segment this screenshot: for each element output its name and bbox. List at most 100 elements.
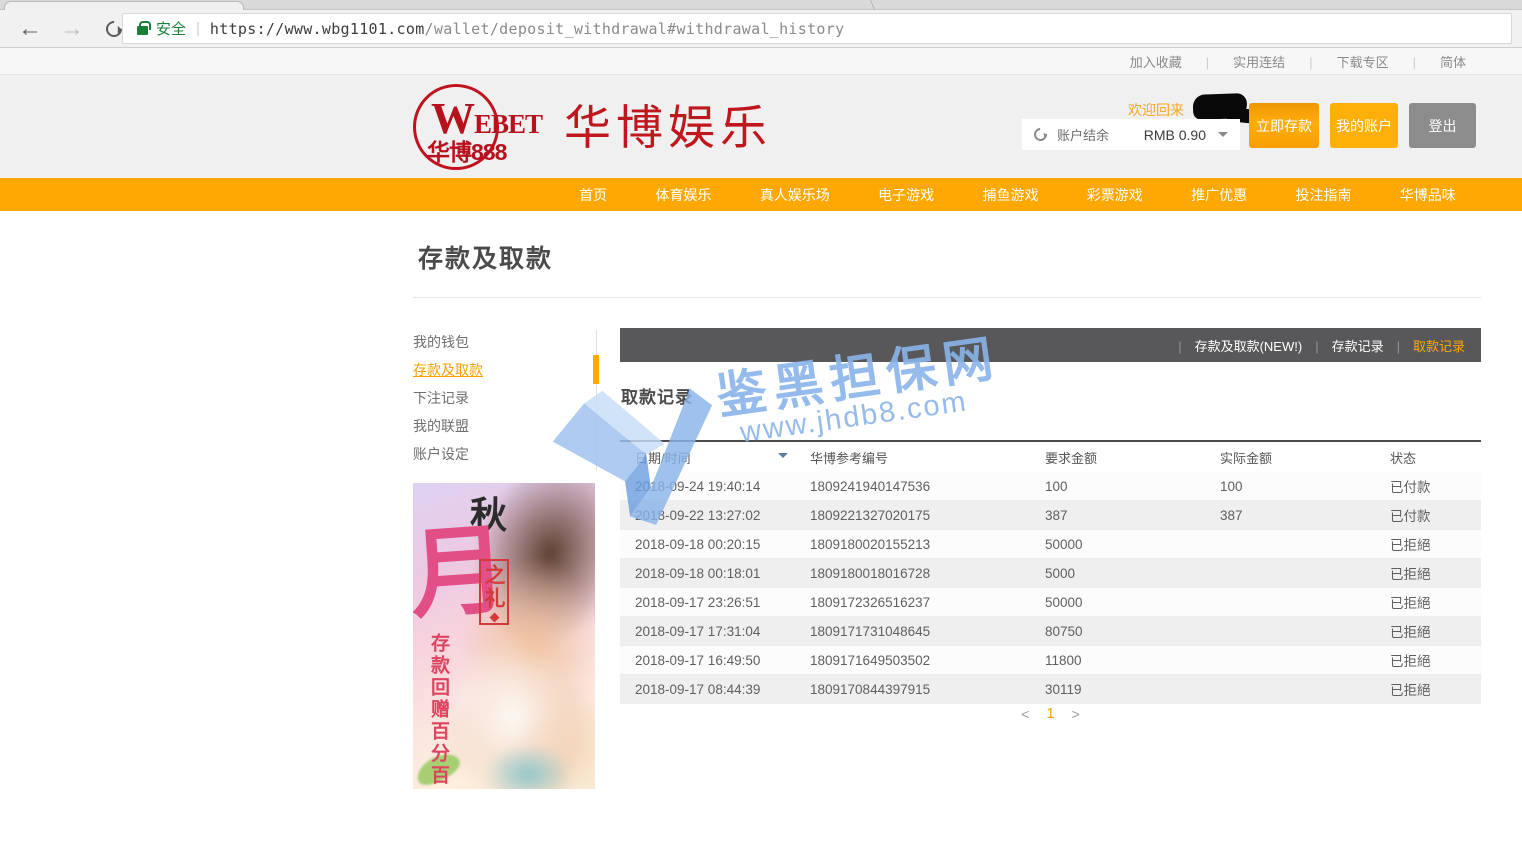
- sort-desc-icon[interactable]: [778, 453, 788, 463]
- banner-illustration-ribbon: [483, 744, 573, 789]
- cell-datetime: 2018-09-17 23:26:51: [620, 595, 795, 610]
- nav-item[interactable]: 体育娱乐: [655, 185, 711, 205]
- sidebar-item[interactable]: 存款及取款: [413, 360, 583, 388]
- cell-reference-number: 1809172326516237: [795, 595, 1030, 610]
- cell-reference-number: 1809241940147536: [795, 479, 1030, 494]
- back-button[interactable]: ←: [18, 17, 42, 41]
- nav-item[interactable]: 电子游戏: [878, 185, 934, 205]
- utility-link[interactable]: 下载专区: [1337, 52, 1440, 71]
- utility-link[interactable]: 简体: [1440, 52, 1466, 71]
- cell-reference-number: 1809170844397915: [795, 682, 1030, 697]
- wallet-tab[interactable]: 存款及取款(NEW!): [1165, 336, 1302, 355]
- refresh-balance-icon[interactable]: [1031, 125, 1049, 143]
- wallet-tab[interactable]: 存款记录: [1302, 336, 1383, 355]
- url-separator: |: [196, 20, 200, 37]
- site-logo[interactable]: WEBET 华博888 华博娱乐: [413, 81, 772, 158]
- address-bar[interactable]: 安全 | https://www.wbg1101.com/wallet/depo…: [122, 13, 1512, 44]
- cell-status: 已拒絕: [1375, 563, 1481, 583]
- cell-datetime: 2018-09-17 08:44:39: [620, 682, 795, 697]
- sidebar-item[interactable]: 我的钱包: [413, 332, 583, 360]
- withdrawal-table: 日期/时间华博参考编号要求金额实际金额状态 2018-09-24 19:40:1…: [620, 440, 1481, 704]
- banner-seal-box: 之礼: [479, 559, 509, 625]
- sidebar-item[interactable]: 下注记录: [413, 388, 583, 416]
- table-row[interactable]: 2018-09-18 00:20:15 1809180020155213 500…: [620, 530, 1481, 559]
- nav-item[interactable]: 推广优惠: [1191, 185, 1247, 205]
- banner-vertical-slogan: 存款回赠百分百: [425, 633, 452, 787]
- page-body: 存款及取款 我的钱包存款及取款下注记录我的联盟账户设定 秋 月 之礼 存款回赠百…: [0, 211, 1522, 855]
- wallet-tab[interactable]: 取款记录: [1384, 336, 1465, 355]
- sidebar-item[interactable]: 账户设定: [413, 444, 583, 472]
- browser-window: ← → 安全 | https://www.wbg1101.com/wallet/…: [0, 0, 1522, 855]
- cell-actual-amount: 100: [1205, 479, 1375, 494]
- nav-item[interactable]: 首页: [579, 185, 607, 205]
- table-row[interactable]: 2018-09-17 23:26:51 1809172326516237 500…: [620, 588, 1481, 617]
- cell-datetime: 2018-09-17 17:31:04: [620, 624, 795, 639]
- column-header[interactable]: 要求金额: [1030, 448, 1205, 467]
- active-item-marker: [593, 355, 599, 384]
- browser-toolbar: ← → 安全 | https://www.wbg1101.com/wallet/…: [0, 10, 1522, 48]
- page-number[interactable]: 1: [1046, 705, 1054, 722]
- balance-box[interactable]: 账户结余 RMB 0.90: [1022, 119, 1240, 150]
- cell-datetime: 2018-09-22 13:27:02: [620, 508, 795, 523]
- cell-datetime: 2018-09-18 00:20:15: [620, 537, 795, 552]
- table-row[interactable]: 2018-09-22 13:27:02 1809221327020175 387…: [620, 501, 1481, 530]
- deposit-now-button[interactable]: 立即存款: [1249, 103, 1319, 148]
- url-domain: https://www.wbg1101.com: [210, 20, 425, 38]
- cell-status: 已拒絕: [1375, 534, 1481, 554]
- nav-item[interactable]: 彩票游戏: [1087, 185, 1143, 205]
- sidebar-divider: [596, 330, 597, 471]
- redacted-username: [1193, 93, 1248, 120]
- utility-bar: 加入收藏实用连结下载专区简体: [0, 48, 1522, 75]
- url-text: https://www.wbg1101.com/wallet/deposit_w…: [210, 20, 845, 38]
- title-divider: [413, 297, 1481, 298]
- prev-page-button[interactable]: <: [1021, 706, 1029, 722]
- column-header[interactable]: 华博参考编号: [795, 448, 1030, 467]
- table-row[interactable]: 2018-09-17 08:44:39 1809170844397915 301…: [620, 675, 1481, 704]
- cell-requested-amount: 50000: [1030, 595, 1205, 610]
- utility-link[interactable]: 加入收藏: [1130, 52, 1233, 71]
- sidebar-item[interactable]: 我的联盟: [413, 416, 583, 444]
- banner-seal-text: 之礼: [479, 564, 509, 610]
- table-row[interactable]: 2018-09-17 16:49:50 1809171649503502 118…: [620, 646, 1481, 675]
- table-row[interactable]: 2018-09-17 17:31:04 1809171731048645 807…: [620, 617, 1481, 646]
- nav-item[interactable]: 投注指南: [1295, 185, 1351, 205]
- pagination: < 1 >: [620, 705, 1481, 722]
- cell-datetime: 2018-09-17 16:49:50: [620, 653, 795, 668]
- next-page-button[interactable]: >: [1072, 706, 1080, 722]
- forward-button[interactable]: →: [60, 17, 84, 41]
- cell-actual-amount: 387: [1205, 508, 1375, 523]
- my-account-button[interactable]: 我的账户: [1330, 103, 1398, 148]
- site-header: WEBET 华博888 华博娱乐 欢迎回来 账户结余 RMB 0.90 立即存款…: [0, 75, 1522, 178]
- main-nav-items: 首页 体育娱乐 真人娱乐场 电子游戏 捕鱼游戏 彩票游戏 推广优惠 投注指南 华博品味: [555, 178, 1480, 211]
- table-row[interactable]: 2018-09-18 00:18:01 1809180018016728 500…: [620, 559, 1481, 588]
- utility-link[interactable]: 实用连结: [1233, 52, 1336, 71]
- section-title: 取款记录: [621, 383, 693, 408]
- cell-status: 已付款: [1375, 505, 1481, 525]
- cell-reference-number: 1809180018016728: [795, 566, 1030, 581]
- cell-requested-amount: 5000: [1030, 566, 1205, 581]
- banner-seal-dot: [489, 612, 499, 622]
- column-header[interactable]: 状态: [1375, 448, 1481, 467]
- cell-requested-amount: 11800: [1030, 653, 1205, 668]
- nav-item[interactable]: 真人娱乐场: [760, 185, 830, 205]
- cell-status: 已拒絕: [1375, 679, 1481, 699]
- cell-status: 已拒絕: [1375, 592, 1481, 612]
- nav-item[interactable]: 华博品味: [1400, 185, 1456, 205]
- cell-requested-amount: 30119: [1030, 682, 1205, 697]
- balance-label: 账户结余: [1057, 125, 1109, 144]
- balance-dropdown-icon[interactable]: [1218, 132, 1228, 142]
- cell-reference-number: 1809180020155213: [795, 537, 1030, 552]
- cell-requested-amount: 50000: [1030, 537, 1205, 552]
- nav-item[interactable]: 捕鱼游戏: [982, 185, 1038, 205]
- column-header[interactable]: 实际金额: [1205, 448, 1375, 467]
- cell-requested-amount: 80750: [1030, 624, 1205, 639]
- cell-status: 已付款: [1375, 476, 1481, 496]
- cell-reference-number: 1809221327020175: [795, 508, 1030, 523]
- column-header[interactable]: 日期/时间: [620, 448, 795, 467]
- balance-value: RMB 0.90: [1144, 127, 1206, 143]
- promo-banner[interactable]: 秋 月 之礼 存款回赠百分百: [413, 483, 595, 789]
- browser-tab-strip: [0, 0, 1522, 10]
- logout-button[interactable]: 登出: [1409, 103, 1476, 148]
- table-row[interactable]: 2018-09-24 19:40:14 1809241940147536 100…: [620, 472, 1481, 501]
- cell-datetime: 2018-09-24 19:40:14: [620, 479, 795, 494]
